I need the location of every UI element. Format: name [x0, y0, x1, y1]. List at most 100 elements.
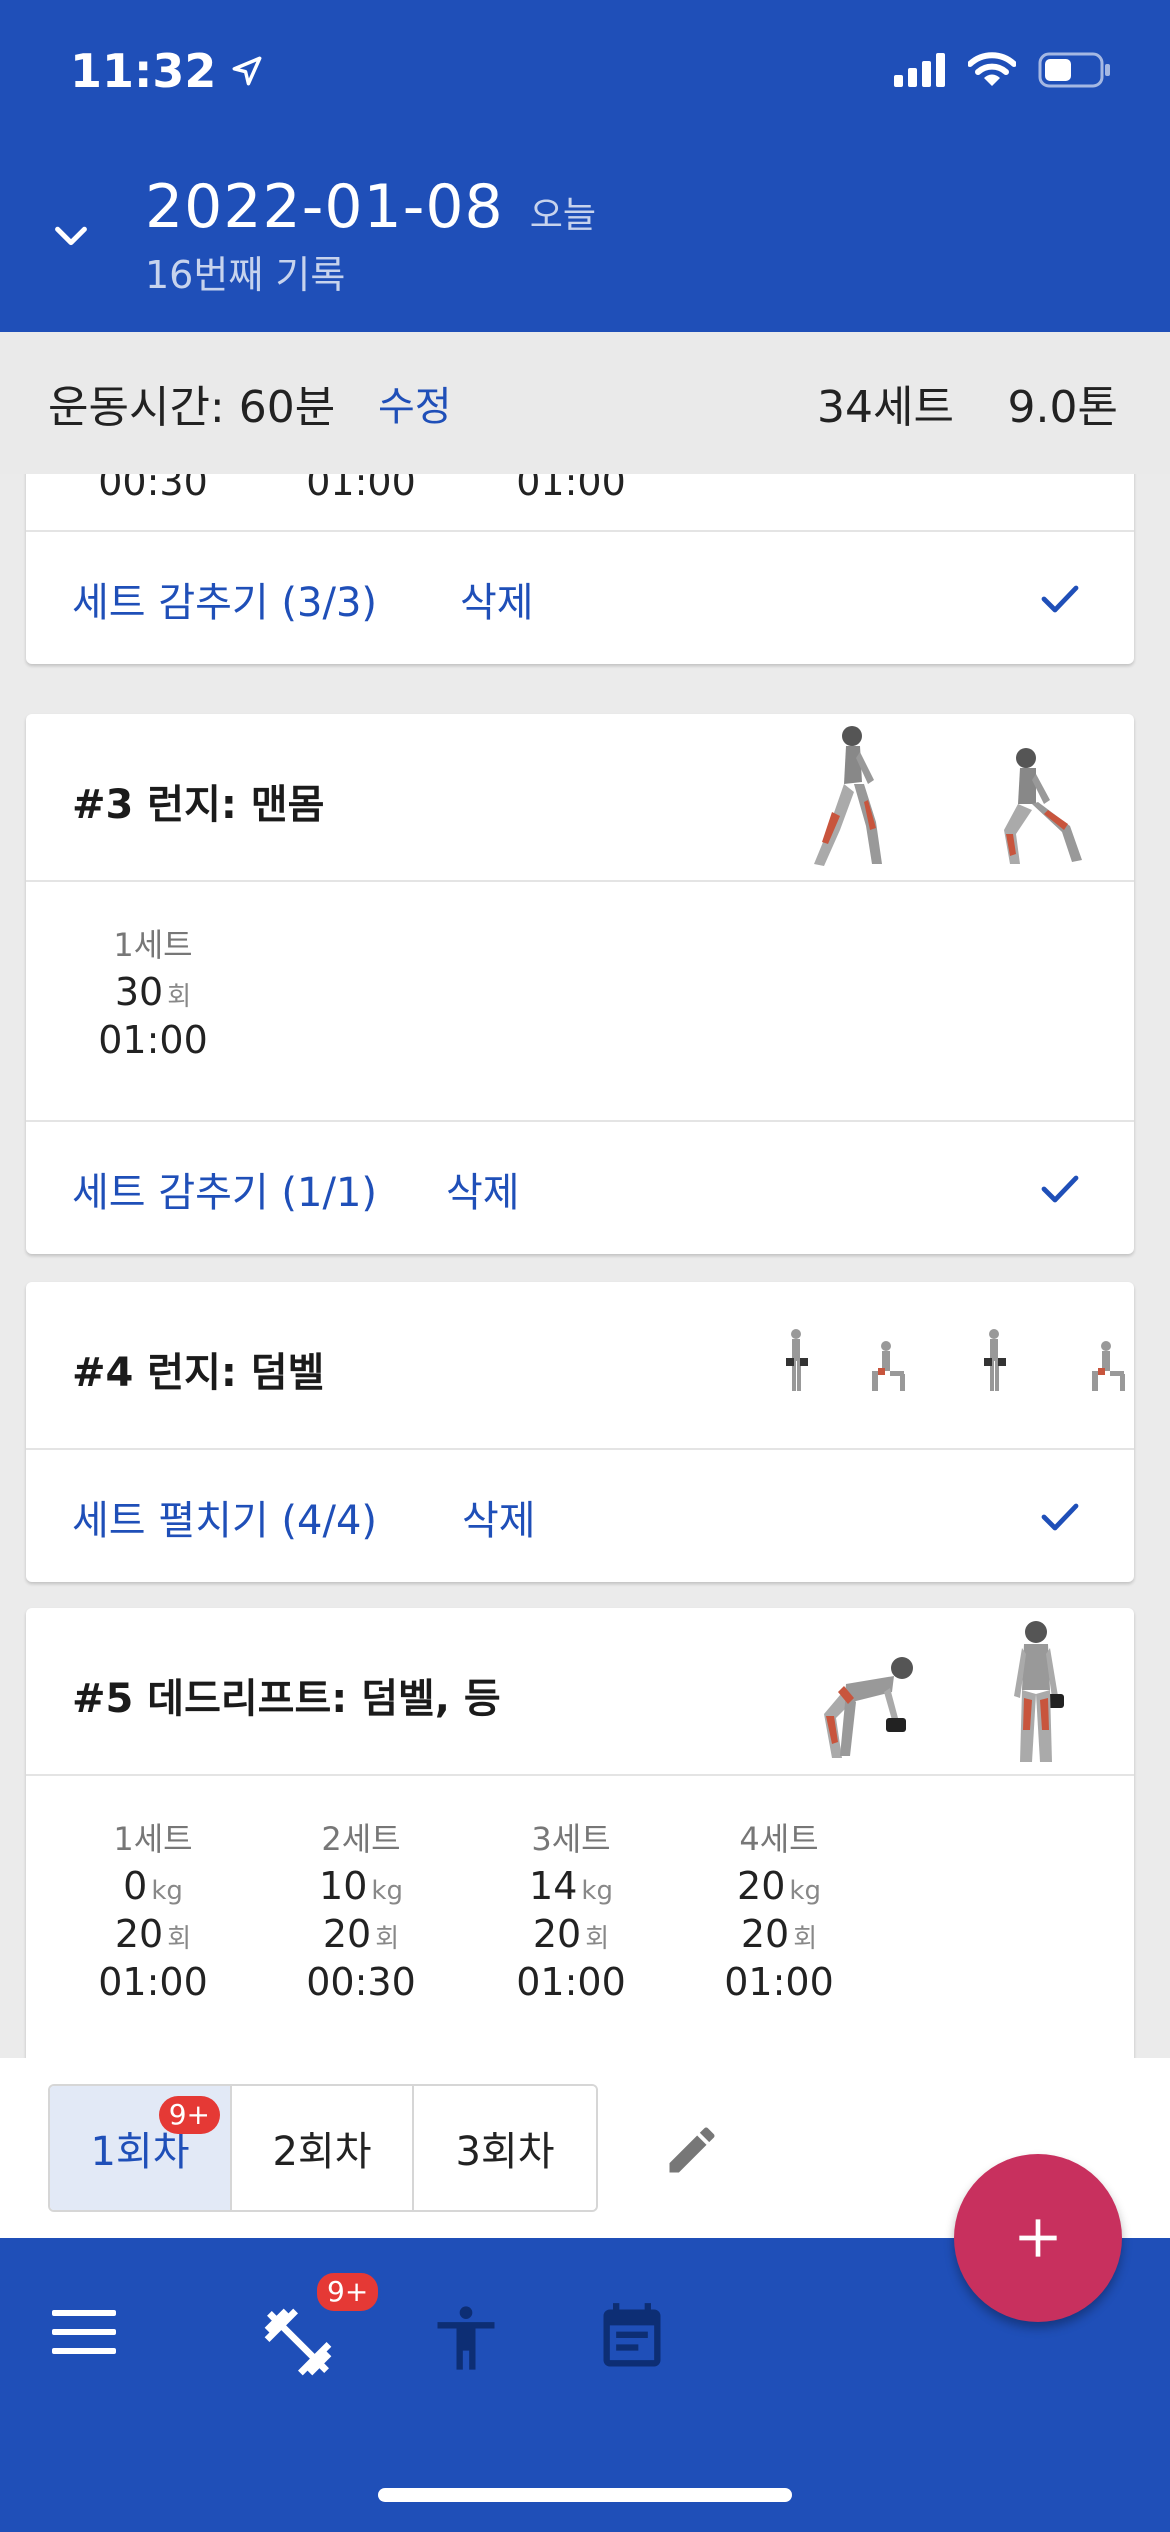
menu-icon[interactable]: [50, 2304, 118, 2360]
lunge-illustration: [1004, 748, 1082, 864]
tab-session-2[interactable]: 2회차: [232, 2086, 414, 2210]
set-column: 1세트 30 회 01:00: [68, 920, 238, 1066]
set-column: 2세트 10 kg 20 회 00:30: [276, 1814, 446, 2008]
deadlift-illustration: [824, 1657, 913, 1758]
exercise-title[interactable]: #4 런지: 덤벨: [72, 1340, 324, 1398]
check-icon[interactable]: [1036, 1164, 1084, 1212]
weight-value: 14: [529, 1864, 578, 1908]
notification-badge: 9+: [314, 2270, 382, 2314]
divider: [26, 1774, 1134, 1776]
delete-button[interactable]: 삭제: [446, 1160, 520, 1218]
reps-unit: 회: [585, 1924, 610, 1954]
set-weight: 14 kg: [486, 1864, 656, 1912]
set-reps: 30 회: [68, 970, 238, 1018]
set-time: 01:00: [516, 1960, 626, 2004]
record-count: 16번째 기록: [145, 253, 346, 297]
exercise-title[interactable]: #3 런지: 맨몸: [72, 772, 324, 830]
session-tabs: 1회차 9+ 2회차 3회차: [48, 2084, 598, 2212]
set-weight: 0 kg: [68, 1864, 238, 1912]
weight-value: 10: [319, 1864, 368, 1908]
calendar-icon[interactable]: [594, 2300, 670, 2376]
edit-duration-button[interactable]: 수정: [378, 374, 452, 432]
check-icon[interactable]: [1036, 574, 1084, 622]
exercise-title[interactable]: #5 데드리프트: 덤벨, 등: [72, 1666, 501, 1724]
weight-unit: kg: [581, 1876, 613, 1906]
set-label: 2세트: [321, 1820, 401, 1858]
workout-duration: 운동시간: 60분: [48, 382, 336, 433]
reps-unit: 회: [793, 1924, 818, 1954]
weight-unit: kg: [151, 1876, 183, 1906]
exercise-card-lunge-bodyweight: #3 런지: 맨몸 1세트 30 회 01:00 세트 감추기 (1/1) 삭제: [26, 714, 1134, 1254]
set-time: 01:00: [98, 1018, 208, 1062]
location-arrow-icon: [232, 56, 262, 86]
toggle-sets-button[interactable]: 세트 펼치기 (4/4): [72, 1488, 377, 1546]
delete-button[interactable]: 삭제: [462, 1488, 536, 1546]
set-time: 00:30: [98, 474, 208, 504]
toggle-sets-button[interactable]: 세트 감추기 (3/3): [72, 570, 377, 628]
set-reps: 20 회: [486, 1912, 656, 1960]
set-label: 1세트: [113, 1820, 193, 1858]
notification-badge: 9+: [158, 2096, 220, 2134]
chevron-down-icon[interactable]: [48, 212, 94, 258]
set-label: 3세트: [531, 1820, 611, 1858]
tab-label: 2회차: [272, 2129, 372, 2175]
status-bar-time: 11:32: [70, 44, 264, 98]
card-actions: 세트 펼치기 (4/4) 삭제: [26, 1450, 1134, 1580]
today-label: 오늘: [529, 195, 596, 236]
reps-unit: 회: [375, 1924, 400, 1954]
set-time: 01:00: [306, 474, 416, 504]
reps-value: 20: [532, 1912, 582, 1956]
check-icon[interactable]: [1036, 1492, 1084, 1540]
set-weight: 20 kg: [694, 1864, 864, 1912]
set-reps: 20 회: [68, 1912, 238, 1960]
reps-value: 30: [114, 970, 164, 1014]
divider: [26, 880, 1134, 882]
exercise-list[interactable]: 00:30 01:00 01:00 세트 감추기 (3/3) 삭제 #3 런지:…: [0, 474, 1170, 2058]
set-weight: 10 kg: [276, 1864, 446, 1912]
status-icons: [894, 52, 1112, 88]
set-time: 00:30: [306, 1960, 416, 2004]
set-label: 4세트: [739, 1820, 819, 1858]
exercise-card: 00:30 01:00 01:00 세트 감추기 (3/3) 삭제: [26, 474, 1134, 664]
pencil-icon[interactable]: [662, 2120, 722, 2180]
reps-value: 20: [322, 1912, 372, 1956]
weight-unit: kg: [789, 1876, 821, 1906]
exercise-card-deadlift-dumbbell: #5 데드리프트: 덤벨, 등 1세트 0 kg 20 회 01:00 2세트 …: [26, 1608, 1134, 2058]
lunge-illustration: [814, 726, 882, 866]
workout-nav-item[interactable]: 9+: [258, 2270, 382, 2382]
tab-session-1[interactable]: 1회차 9+: [50, 2086, 232, 2210]
record-date: 2022-01-08: [145, 172, 504, 242]
total-sets: 34세트: [817, 382, 954, 433]
set-time: 01:00: [516, 474, 626, 504]
reps-value: 20: [114, 1912, 164, 1956]
set-time: 01:00: [724, 1960, 834, 2004]
total-tons: 9.0톤: [1007, 382, 1118, 433]
delete-button[interactable]: 삭제: [460, 570, 534, 628]
set-column: 1세트 0 kg 20 회 01:00: [68, 1814, 238, 2008]
clock: 11:32: [70, 44, 217, 98]
add-exercise-button[interactable]: [954, 2154, 1122, 2322]
weight-value: 0: [123, 1864, 148, 1908]
app-header: 11:32 2022-01-08 오늘 16번째 기록: [0, 0, 1170, 332]
card-actions: 세트 감추기 (1/1) 삭제: [26, 1122, 1134, 1252]
weight-value: 20: [737, 1864, 786, 1908]
set-label: 1세트: [113, 926, 193, 964]
battery-icon: [1038, 52, 1110, 88]
person-icon[interactable]: [428, 2300, 504, 2376]
reps-unit: 회: [167, 1924, 192, 1954]
signal-icon: [894, 53, 945, 87]
plus-icon: [1019, 2219, 1057, 2257]
reps-value: 20: [740, 1912, 790, 1956]
toggle-sets-button[interactable]: 세트 감추기 (1/1): [72, 1160, 377, 1218]
tab-session-3[interactable]: 3회차: [414, 2086, 596, 2210]
home-indicator[interactable]: [378, 2488, 792, 2502]
set-reps: 20 회: [276, 1912, 446, 1960]
tab-label: 3회차: [455, 2129, 555, 2175]
workout-summary: 운동시간: 60분 수정 34세트 9.0톤: [0, 332, 1170, 474]
set-time: 01:00: [98, 1960, 208, 2004]
wifi-icon: [968, 52, 1016, 86]
weight-unit: kg: [371, 1876, 403, 1906]
set-reps: 20 회: [694, 1912, 864, 1960]
deadlift-illustration: [1014, 1621, 1064, 1762]
set-column: 4세트 20 kg 20 회 01:00: [694, 1814, 864, 2008]
